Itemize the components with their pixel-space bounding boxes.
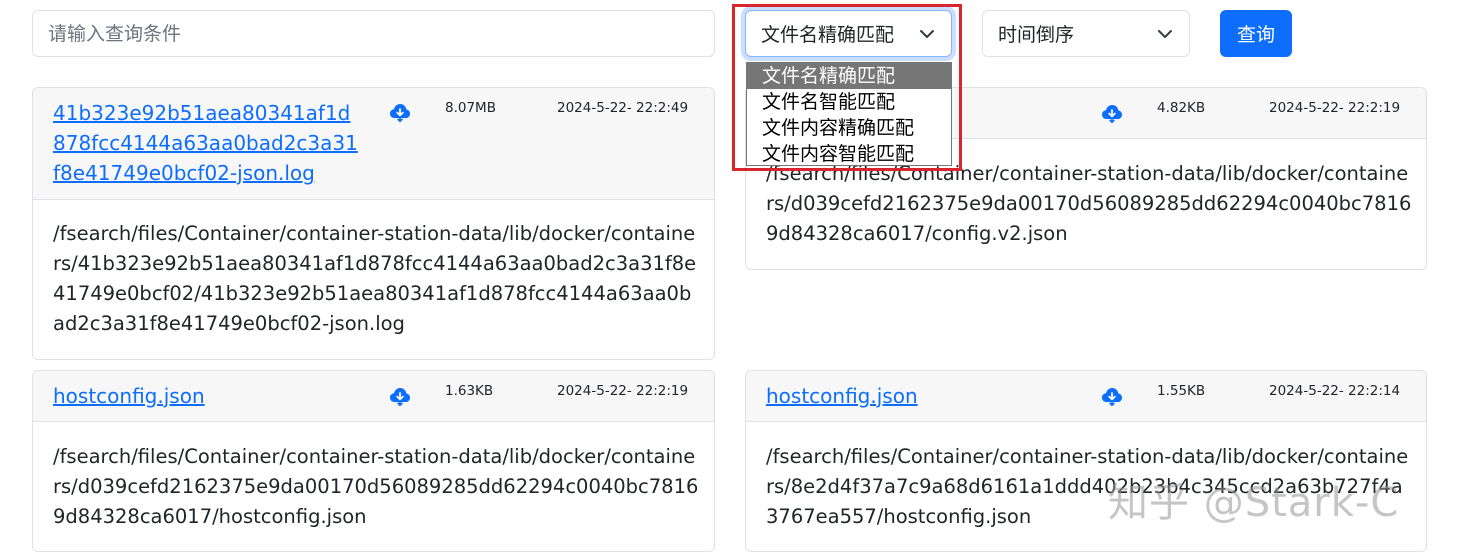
result-card: 41b323e92b51aea80341af1d878fcc4144a63aa0… [32,87,715,360]
match-mode-dropdown: 文件名精确匹配 文件名智能匹配 文件内容精确匹配 文件内容智能匹配 [746,62,952,166]
result-card-header: hostconfig.json 1.55KB 2024-5-22- 22:2:1… [746,371,1426,422]
file-size: 1.63KB [445,383,494,399]
sort-order-select[interactable]: 时间倒序 [982,10,1190,57]
query-button[interactable]: 查询 [1220,10,1292,57]
cloud-download-icon[interactable] [388,100,412,124]
file-name-link[interactable]: hostconfig.json [766,381,1071,411]
file-path: /fsearch/files/Container/container-stati… [766,162,1412,245]
cloud-download-icon[interactable] [388,384,412,408]
match-mode-select[interactable]: 文件名精确匹配 [745,10,952,57]
chevron-down-icon [1158,30,1172,38]
watermark: 知乎 @Stark-C [1108,480,1400,526]
file-date: 2024-5-22- 22:2:14 [1269,383,1401,399]
dropdown-option-filename-smart[interactable]: 文件名智能匹配 [747,89,951,115]
chevron-down-icon [920,30,934,38]
search-input[interactable] [32,10,715,57]
file-date: 2024-5-22- 22:2:19 [557,383,689,399]
cloud-download-icon[interactable] [1100,384,1124,408]
result-card-header: hostconfig.json 1.63KB 2024-5-22- 22:2:1… [33,371,714,422]
result-card: hostconfig.json 1.63KB 2024-5-22- 22:2:1… [32,370,715,552]
dropdown-option-filename-exact[interactable]: 文件名精确匹配 [747,63,951,89]
file-path: /fsearch/files/Container/container-stati… [53,222,697,335]
file-date: 2024-5-22- 22:2:49 [557,100,689,116]
file-name-link[interactable]: hostconfig.json [53,381,358,411]
dropdown-option-content-smart[interactable]: 文件内容智能匹配 [747,141,951,167]
file-size: 1.55KB [1157,383,1206,399]
match-mode-value: 文件名精确匹配 [761,24,895,46]
file-size: 8.07MB [445,100,496,116]
file-name-link[interactable]: 41b323e92b51aea80341af1d878fcc4144a63aa0… [53,98,358,188]
file-date: 2024-5-22- 22:2:19 [1269,100,1401,116]
cloud-download-icon[interactable] [1100,101,1124,125]
file-size: 4.82KB [1157,100,1206,116]
dropdown-option-content-exact[interactable]: 文件内容精确匹配 [747,115,951,141]
result-card-header: 41b323e92b51aea80341af1d878fcc4144a63aa0… [33,88,714,200]
file-path: /fsearch/files/Container/container-stati… [53,445,699,528]
sort-order-value: 时间倒序 [998,24,1075,46]
